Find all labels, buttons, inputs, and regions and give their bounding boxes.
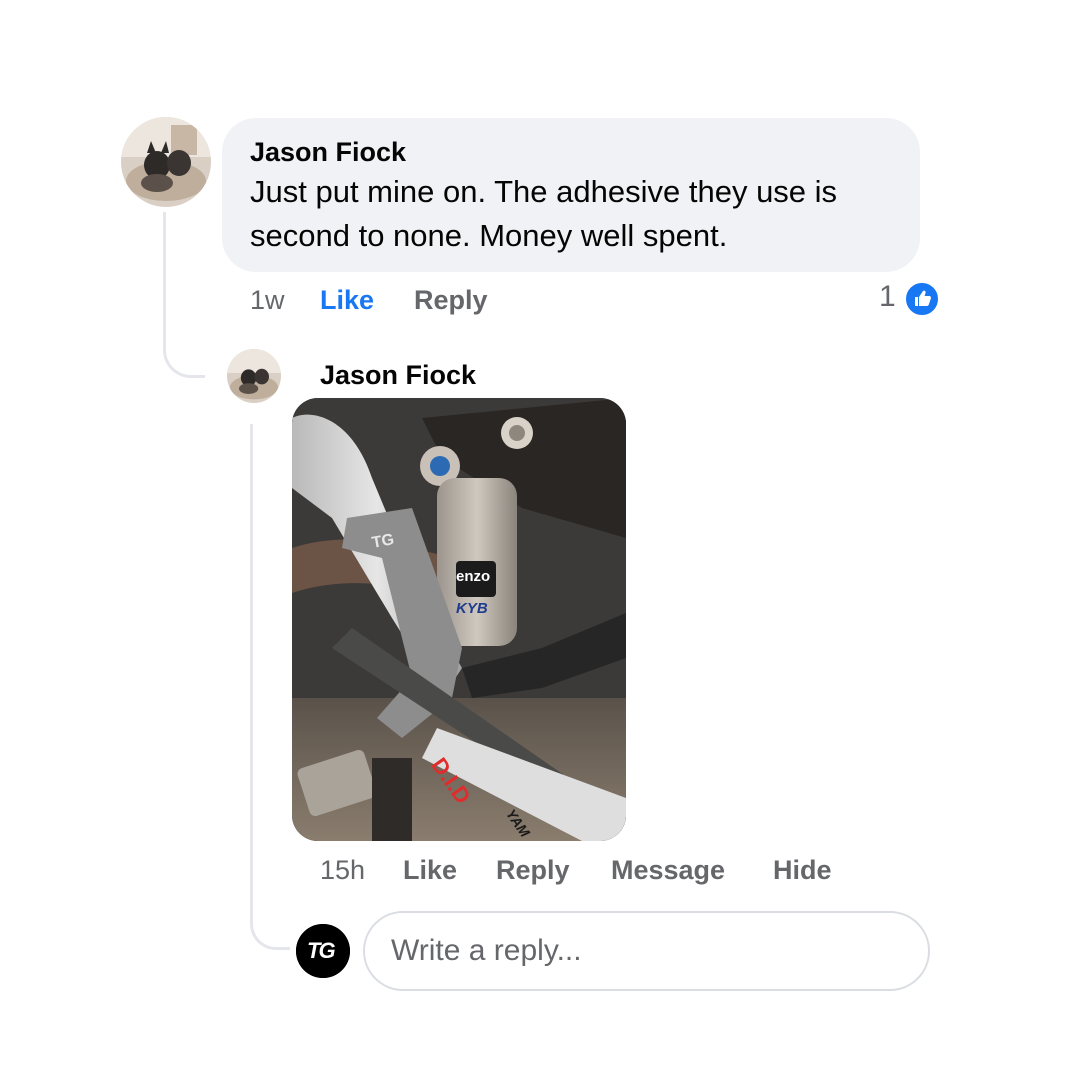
- comment-timestamp[interactable]: 1w: [250, 285, 285, 316]
- comment-like-button[interactable]: Like: [320, 285, 374, 316]
- write-reply-input[interactable]: [363, 911, 930, 991]
- page-avatar-logo: TG: [307, 938, 336, 963]
- comment-bubble: Jason Fiock Just put mine on. The adhesi…: [222, 118, 920, 272]
- reply-like-button[interactable]: Like: [403, 855, 457, 886]
- photo-grip-logo: TG: [370, 531, 396, 552]
- reaction-count[interactable]: 1: [879, 280, 896, 314]
- comment-reply-button[interactable]: Reply: [414, 285, 488, 316]
- thread-connector-line: [250, 424, 290, 950]
- page-avatar[interactable]: TG: [296, 924, 350, 978]
- reply-photo[interactable]: TG enzo KYB D.I.D YAM: [292, 398, 626, 841]
- photo-shock-brand-label: KYB: [456, 600, 488, 617]
- commenter-avatar[interactable]: [121, 117, 211, 207]
- reply-hide-button[interactable]: Hide: [773, 855, 832, 886]
- reply-author-avatar[interactable]: [227, 349, 281, 403]
- reply-timestamp[interactable]: 15h: [320, 855, 365, 886]
- thumbs-up-icon[interactable]: [904, 281, 940, 317]
- thread-connector-line: [163, 212, 205, 378]
- reply-message-button[interactable]: Message: [611, 855, 725, 886]
- comment-text: Just put mine on. The adhesive they use …: [250, 174, 838, 253]
- photo-shock-brand-label: enzo: [456, 568, 491, 585]
- reply-reply-button[interactable]: Reply: [496, 855, 570, 886]
- reply-author-name[interactable]: Jason Fiock: [320, 360, 476, 391]
- comment-author-name[interactable]: Jason Fiock: [250, 136, 892, 168]
